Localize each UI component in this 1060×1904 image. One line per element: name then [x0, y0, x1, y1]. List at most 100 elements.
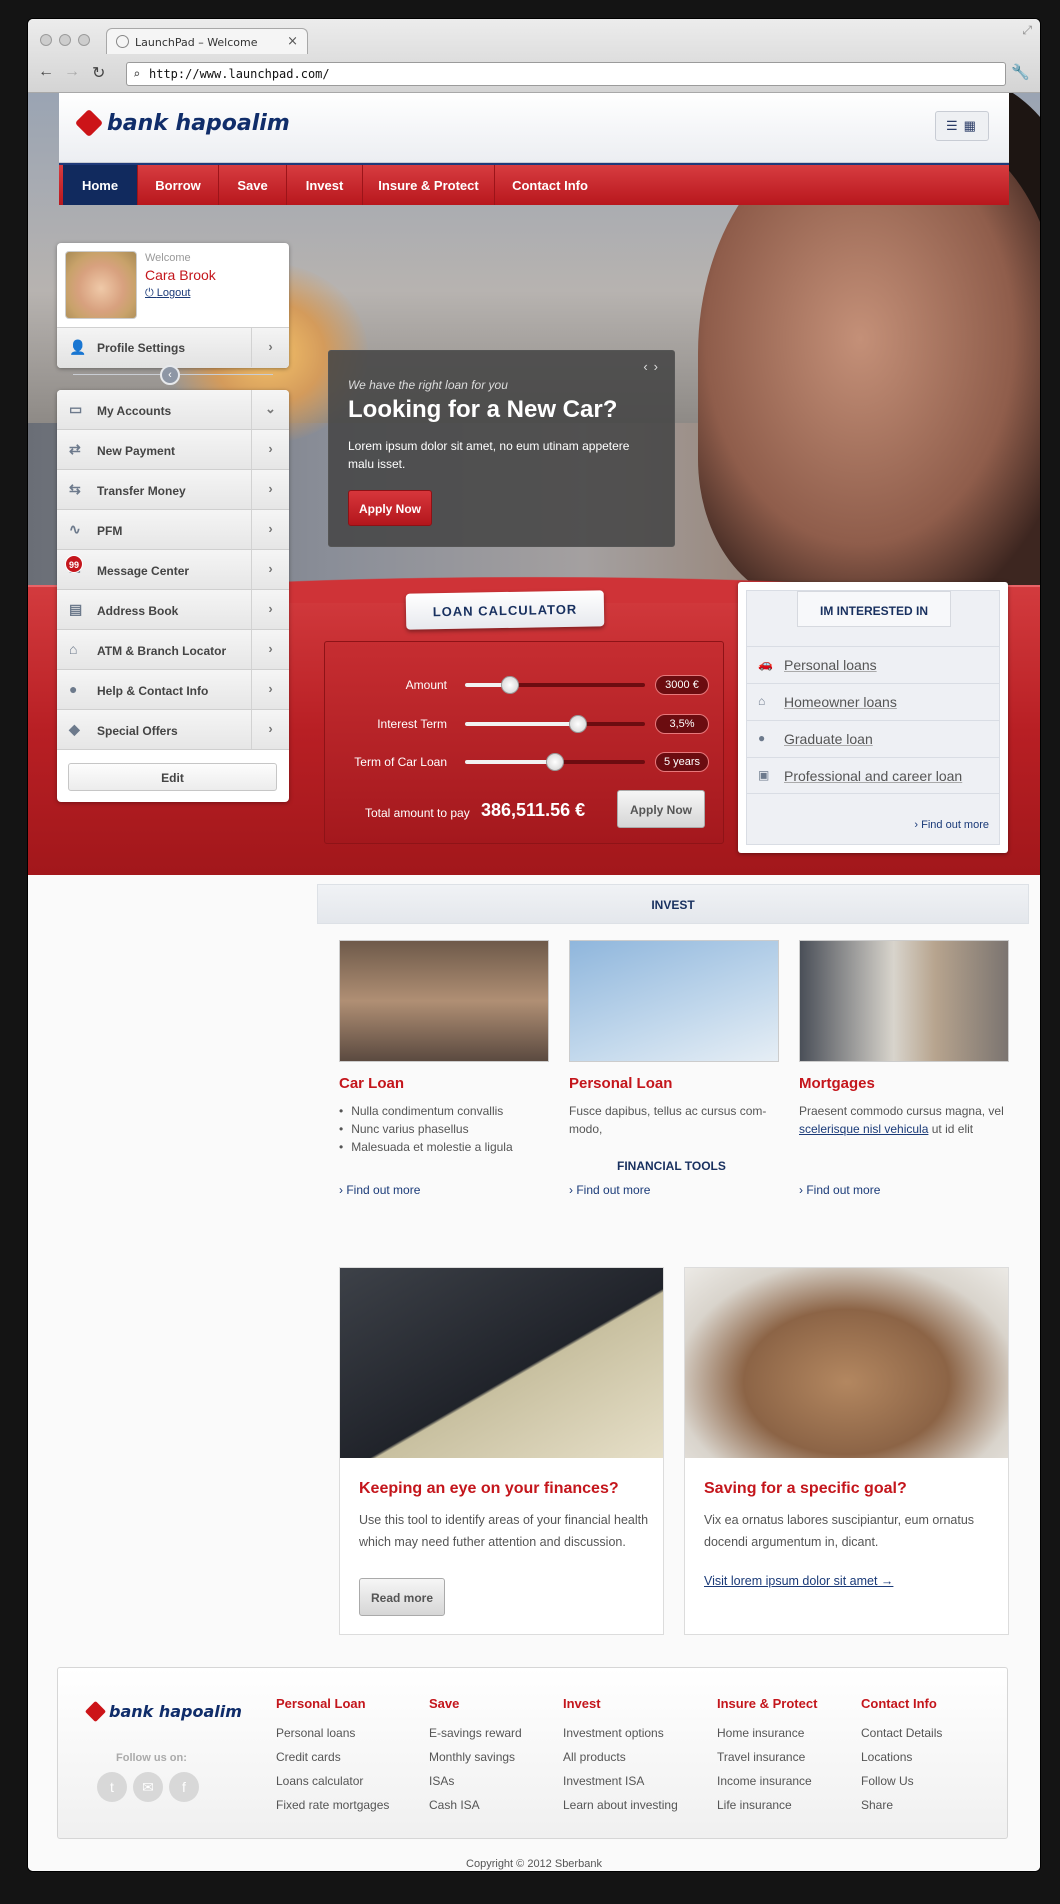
- card-title[interactable]: Car Loan: [339, 1075, 404, 1092]
- message-count-badge: 99: [65, 555, 83, 573]
- nav-contact-info[interactable]: Contact Info: [495, 165, 605, 205]
- loan-calculator: Amount 3000 € Interest Term 3,5% Term of…: [324, 641, 724, 844]
- list-view-icon[interactable]: ☰: [946, 118, 964, 133]
- collapse-toggle-icon[interactable]: ‹: [160, 365, 180, 385]
- next-icon[interactable]: ›: [654, 359, 664, 374]
- footer-link[interactable]: Contact Details: [861, 1721, 942, 1745]
- sidebar-item-my-accounts[interactable]: ▭ My Accounts ⌄: [57, 390, 289, 430]
- footer-link[interactable]: Learn about investing: [563, 1793, 678, 1817]
- footer-link[interactable]: Income insurance: [717, 1769, 817, 1793]
- footer-link[interactable]: ISAs: [429, 1769, 522, 1793]
- interest-item[interactable]: ▣ Professional and career loan: [747, 757, 999, 794]
- slider-handle[interactable]: [501, 676, 519, 694]
- url-text: http://www.launchpad.com/: [149, 67, 330, 81]
- footer-link[interactable]: Cash ISA: [429, 1793, 522, 1817]
- slider-label: Term of Car Loan: [354, 755, 447, 769]
- nav-save[interactable]: Save: [219, 165, 287, 205]
- email-icon[interactable]: ✉: [133, 1772, 163, 1802]
- fullscreen-icon[interactable]: ⤢: [1022, 23, 1032, 38]
- sidebar-item-address-book[interactable]: ▤ Address Book ›: [57, 590, 289, 630]
- reload-icon[interactable]: ↻: [92, 63, 105, 83]
- back-icon[interactable]: ←: [38, 63, 54, 81]
- footer-link[interactable]: Travel insurance: [717, 1745, 817, 1769]
- footer-link[interactable]: Life insurance: [717, 1793, 817, 1817]
- footer-link[interactable]: Follow Us: [861, 1769, 942, 1793]
- interest-item[interactable]: ● Graduate loan: [747, 720, 999, 757]
- visit-link[interactable]: Visit lorem ipsum dolor sit amet →: [704, 1574, 893, 1588]
- tool-title: Keeping an eye on your finances?: [359, 1480, 619, 1497]
- close-tab-icon[interactable]: ×: [287, 34, 298, 49]
- forward-icon[interactable]: →: [64, 63, 80, 81]
- slide-apply-button[interactable]: Apply Now: [348, 490, 432, 526]
- browser-chrome: LaunchPad – Welcome × ⤢ ← → ↻ ⌕ http://w…: [28, 19, 1040, 93]
- sidebar-item-special-offers[interactable]: ◆ Special Offers ›: [57, 710, 289, 750]
- find-out-more-link[interactable]: › Find out more: [569, 1183, 650, 1197]
- interior-photo: [799, 940, 1009, 1062]
- view-switch[interactable]: ☰▦: [935, 111, 989, 141]
- chevron-right-icon: ›: [251, 670, 289, 709]
- footer-link[interactable]: E-savings reward: [429, 1721, 522, 1745]
- briefcase-icon: ▭: [69, 401, 83, 417]
- edit-button[interactable]: Edit: [68, 763, 277, 791]
- nav-insure-protect[interactable]: Insure & Protect: [363, 165, 495, 205]
- chevron-right-icon: ›: [251, 550, 289, 589]
- nav-borrow[interactable]: Borrow: [138, 165, 219, 205]
- calculator-apply-button[interactable]: Apply Now: [617, 790, 705, 828]
- chat-icon: ●: [69, 681, 78, 697]
- sidebar-item-pfm[interactable]: ∿ PFM ›: [57, 510, 289, 550]
- find-out-more-link[interactable]: › Find out more: [799, 1183, 880, 1197]
- prev-icon[interactable]: ‹: [643, 359, 653, 374]
- interest-item[interactable]: 🚗 Personal loans: [747, 646, 999, 683]
- calculator-title: LOAN CALCULATOR: [405, 590, 605, 630]
- user-icon: 👤: [69, 339, 87, 355]
- nav-invest[interactable]: Invest: [287, 165, 363, 205]
- logout-link[interactable]: ⏻ Logout: [145, 287, 190, 300]
- read-more-button[interactable]: Read more: [359, 1578, 445, 1616]
- twitter-icon[interactable]: t: [97, 1772, 127, 1802]
- footer-link[interactable]: All products: [563, 1745, 678, 1769]
- sidebar-item-new-payment[interactable]: ⇄ New Payment ›: [57, 430, 289, 470]
- sidebar-item-help-contact[interactable]: ● Help & Contact Info ›: [57, 670, 289, 710]
- footer-link[interactable]: Investment ISA: [563, 1769, 678, 1793]
- sidebar-item-transfer-money[interactable]: ⇆ Transfer Money ›: [57, 470, 289, 510]
- footer-logo[interactable]: bank hapoalim: [84, 1700, 242, 1723]
- brand-logo[interactable]: bank hapoalim: [74, 108, 290, 138]
- sidebar-item-atm-branch-locator[interactable]: ⌂ ATM & Branch Locator ›: [57, 630, 289, 670]
- inline-link[interactable]: scelerisque nisl vehicula: [799, 1122, 928, 1136]
- footer-link[interactable]: Locations: [861, 1745, 942, 1769]
- footer-link[interactable]: Fixed rate mortgages: [276, 1793, 389, 1817]
- tool-text: Vix ea ornatus labores suscipiantur, eum…: [704, 1513, 975, 1549]
- find-out-more-link[interactable]: › Find out more: [914, 819, 989, 831]
- browser-tab[interactable]: LaunchPad – Welcome ×: [106, 28, 308, 54]
- card-title[interactable]: Mortgages: [799, 1075, 875, 1092]
- car-photo: [339, 940, 549, 1062]
- card-title[interactable]: Personal Loan: [569, 1075, 672, 1092]
- financial-tools-heading: FINANCIAL TOOLS: [617, 1159, 726, 1173]
- chevron-right-icon: ›: [251, 590, 289, 629]
- chevron-right-icon: ›: [251, 470, 289, 509]
- bank-icon: ⌂: [69, 641, 78, 657]
- address-bar[interactable]: ⌕ http://www.launchpad.com/: [126, 62, 1006, 86]
- tool-title: Saving for a specific goal?: [704, 1480, 907, 1497]
- grid-view-icon[interactable]: ▦: [964, 118, 982, 133]
- facebook-icon[interactable]: f: [169, 1772, 199, 1802]
- footer-link[interactable]: Credit cards: [276, 1745, 389, 1769]
- slider-handle[interactable]: [569, 715, 588, 733]
- footer-link[interactable]: Monthly savings: [429, 1745, 522, 1769]
- footer-link[interactable]: Share: [861, 1793, 942, 1817]
- nav-home[interactable]: Home: [63, 165, 138, 205]
- find-out-more-link[interactable]: › Find out more: [339, 1183, 420, 1197]
- profile-settings-item[interactable]: 👤 Profile Settings ›: [57, 327, 289, 368]
- footer-link[interactable]: Investment options: [563, 1721, 678, 1745]
- sidebar-item-message-center[interactable]: ✉99Message Center›: [57, 550, 289, 590]
- slide-arrows[interactable]: ‹›: [643, 359, 664, 374]
- footer-link[interactable]: Personal loans: [276, 1721, 389, 1745]
- window-controls[interactable]: [40, 33, 97, 51]
- footer-col-insure: Insure & Protect Home insurance Travel i…: [717, 1696, 817, 1817]
- footer-link[interactable]: Home insurance: [717, 1721, 817, 1745]
- interest-item[interactable]: ⌂ Homeowner loans: [747, 683, 999, 720]
- payment-icon: ⇄: [69, 441, 81, 457]
- footer-link[interactable]: Loans calculator: [276, 1769, 389, 1793]
- wrench-icon[interactable]: 🔧: [1011, 63, 1030, 81]
- slider-handle[interactable]: [546, 753, 564, 771]
